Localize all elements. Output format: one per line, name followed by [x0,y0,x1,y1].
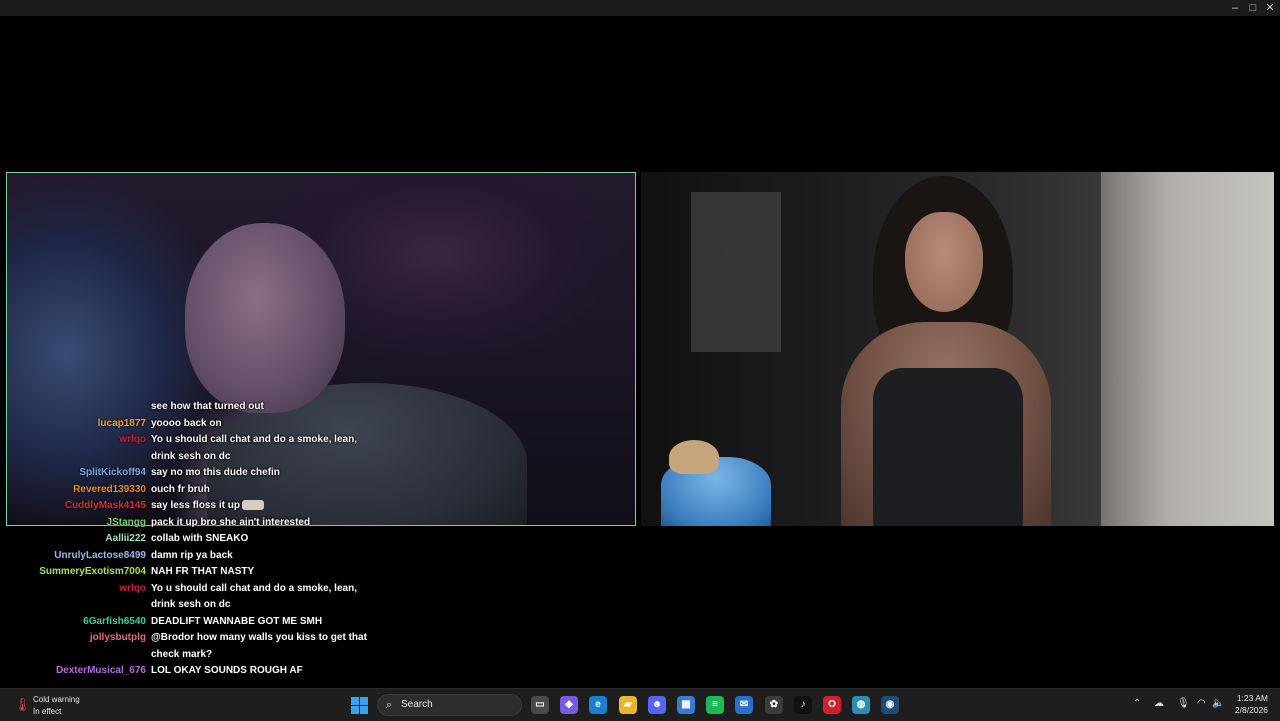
guest-top [873,368,1023,526]
chat-username: wrlqo [119,434,146,445]
wall-panel [1101,172,1274,526]
chat-username: 6Garfish6540 [83,615,146,627]
chat-message: see how that turned out [151,401,264,412]
window-titlebar: – □ ✕ [0,0,1280,16]
system-clock[interactable]: 1:23 AM 2/8/2026 [1218,692,1268,716]
chat-line: Revered139330 ouch fr bruh [0,483,380,500]
windows-logo-icon [351,697,359,705]
chat-username: jollysbutplg [89,632,146,643]
chat-line: SummeryExotism7004 NAH FR THAT NASTY [0,565,380,582]
chatgpt-icon[interactable]: ✿ [765,696,783,714]
onedrive-icon[interactable]: ☁ [1154,697,1164,711]
microsoft-store-icon[interactable]: ▦ [677,696,695,714]
chat-message: collab with SNEAKO [151,533,249,544]
search-icon: ⌕ [386,699,393,711]
globe-icon[interactable]: ◍ [852,696,870,714]
windows-logo-icon-pane [360,706,368,714]
chat-line: wrlqo Yo u should call chat and do a smok… [0,582,380,599]
chat-line: DexterMusical_676 LOL OKAY SOUNDS ROUGH A… [0,664,380,681]
chat-username: CuddlyMask4145 [64,500,146,511]
close-button[interactable]: ✕ [1259,0,1280,16]
discord-icon[interactable]: ☻ [648,696,666,714]
chat-line: check mark? [0,648,380,665]
microphone-icon[interactable]: 🎙 [1177,697,1190,711]
chat-message: Yo u should call chat and do a smoke, le… [151,582,357,594]
chat-username: SummeryExotism7004 [39,566,146,577]
chat-message: yoooo back on [151,417,222,429]
weather-title: Cold warning [33,695,80,704]
windows-logo-icon-pane [360,697,368,705]
clock-time: 1:23 AM [1236,693,1268,703]
bottle-cork [669,440,719,474]
chat-message: say less floss it up [151,499,264,513]
chat-username: lucap1877 [97,417,146,429]
steam-icon[interactable]: ◉ [881,696,899,714]
chat-message: say no mo this dude chefin [151,467,280,478]
windows-logo-icon-pane [351,706,359,714]
task-view-icon[interactable]: ▭ [531,696,549,714]
start-button[interactable] [351,697,368,714]
chat-line: drink sesh on dc [0,598,380,615]
guest-face [905,212,983,312]
chat-line: SplitKickoff94 say no mo this dude chefin [0,466,380,483]
tiktok-icon[interactable]: ♪ [794,696,812,714]
wifi-icon[interactable]: ◠ [1197,697,1206,711]
copilot-icon[interactable]: ◆ [560,696,578,714]
chat-line: JStangg pack it up bro she ain't interest… [0,516,380,533]
chat-line: drink sesh on dc [0,450,380,467]
file-explorer-icon[interactable]: ▰ [619,696,637,714]
chat-username: SplitKickoff94 [79,467,146,478]
chat-line: see how that turned out [0,400,380,417]
edge-icon[interactable]: e [589,696,607,714]
chat-message-text: say less floss it up [151,500,240,511]
chat-message: DEADLIFT WANNABE GOT ME SMH [151,615,323,627]
chat-message: @Brodor how many walls you kiss to get t… [151,632,367,643]
search-placeholder: Search [401,699,433,710]
emote-icon [241,500,264,511]
drawer-unit [691,192,781,352]
chat-line: 6Garfish6540 DEADLIFT WANNABE GOT ME SMH [0,615,380,632]
chat-line: jollysbutplg @Brodor how many walls you k… [0,631,380,648]
chat-username: DexterMusical_676 [55,665,146,676]
chat-message: drink sesh on dc [151,599,231,610]
chat-line: CuddlyMask4145 say less floss it up [0,499,380,516]
chat-message: LOL OKAY SOUNDS ROUGH AF [151,665,303,676]
taskbar-search[interactable]: ⌕ Search [377,694,522,716]
chat-username: wrlqo [119,582,146,594]
chat-message: ouch fr bruh [151,483,210,495]
chat-line: Aallii222 collab with SNEAKO [0,532,380,549]
chat-username: JStangg [106,516,146,528]
streamer-face [185,223,345,413]
clock-date: 2/8/2026 [1234,705,1268,715]
mail-icon[interactable]: ✉ [735,696,753,714]
chat-message: damn rip ya back [151,549,233,561]
chat-overlay: see how that turned out lucap1877 yoooo b… [0,400,380,681]
opera-icon[interactable]: O [823,696,841,714]
weather-subtitle: In effect [33,707,62,716]
cold-warning-icon: 🌡 [14,697,31,712]
chat-message: NAH FR THAT NASTY [151,566,255,577]
chat-line: wrlqo Yo u should call chat and do a smok… [0,433,380,450]
right-webcam-video[interactable] [641,172,1274,526]
chat-line: UnrulyLactose8499 damn rip ya back [0,549,380,566]
show-hidden-icons-icon[interactable]: ⌃ [1133,697,1141,711]
chat-username: Revered139330 [73,483,146,495]
chat-username: UnrulyLactose8499 [54,549,146,561]
spotify-icon[interactable]: ≡ [706,696,724,714]
chat-message: drink sesh on dc [151,450,231,462]
chat-username: Aallii222 [105,533,146,544]
weather-widget[interactable]: 🌡 Cold warning In effect [14,694,124,718]
chat-message: check mark? [151,648,213,660]
chat-message: pack it up bro she ain't interested [151,516,311,528]
chat-line: lucap1877 yoooo back on [0,417,380,434]
taskbar: 🌡 Cold warning In effect ⌕ Search ▭ ◆ e ▰ ☻ ▦… [0,688,1280,721]
chat-message: Yo u should call chat and do a smoke, le… [151,434,357,445]
